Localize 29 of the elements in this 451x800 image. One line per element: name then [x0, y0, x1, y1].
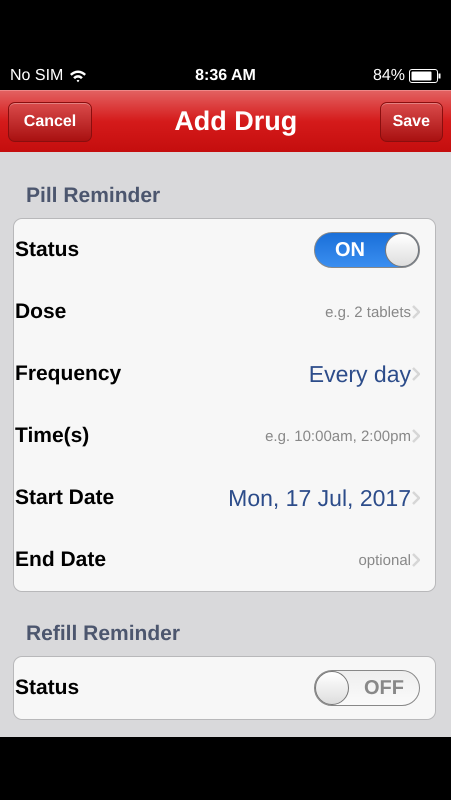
row-value[interactable]: Every day — [308, 360, 411, 388]
chevron-icon — [412, 491, 420, 505]
wifi-icon — [69, 69, 88, 83]
section-header: Pill Reminder — [25, 184, 162, 209]
chevron-icon — [412, 305, 420, 319]
section-header: Refill Reminder — [25, 622, 182, 647]
carrier-text: No SIM — [10, 67, 64, 85]
battery-percent: 84% — [372, 67, 405, 85]
row-hint[interactable]: e.g. 10:00am, 2:00pm — [265, 428, 411, 444]
toggle-switch[interactable]: OFF — [314, 670, 420, 706]
row-label: Status — [15, 238, 80, 262]
chevron-icon — [412, 429, 420, 443]
row-label: Time(s) — [15, 424, 90, 448]
chevron-icon — [412, 367, 420, 381]
toggle-switch[interactable]: ON — [314, 232, 420, 268]
row-label: End Date — [15, 548, 108, 572]
row-label: Frequency — [15, 362, 122, 386]
row-value[interactable]: Mon, 17 Jul, 2017 — [228, 484, 411, 512]
row-hint[interactable]: e.g. 2 tablets — [325, 304, 411, 320]
battery-icon — [408, 69, 441, 83]
screen-title: Add Drug — [174, 106, 298, 137]
row-label: Dose — [15, 300, 68, 324]
clock-text: 8:36 AM — [195, 67, 256, 85]
row-label: Status — [15, 676, 80, 700]
row-hint[interactable]: optional — [358, 552, 411, 568]
cancel-button[interactable]: Cancel — [8, 102, 92, 142]
row-label: Start Date — [15, 486, 116, 510]
save-button[interactable]: Save — [380, 102, 443, 142]
chevron-icon — [412, 553, 420, 567]
